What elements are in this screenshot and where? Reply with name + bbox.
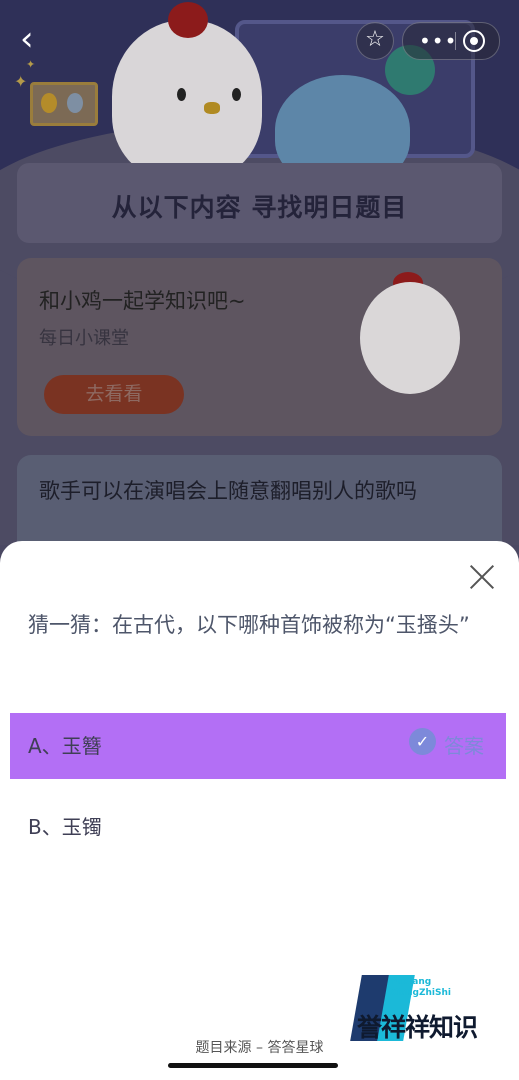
go-see-button[interactable]: 去看看 bbox=[44, 375, 184, 414]
checkmark-icon: ✓ bbox=[409, 728, 436, 755]
chick-eye-left bbox=[177, 88, 186, 101]
miniprogram-capsule: ••• bbox=[402, 22, 500, 60]
quiz-question: 猜一猜：在古代，以下哪种首饰被称为“玉搔头” bbox=[28, 613, 470, 637]
question-preview-text: 歌手可以在演唱会上随意翻唱别人的歌吗 bbox=[39, 479, 417, 503]
home-indicator[interactable] bbox=[168, 1063, 338, 1068]
back-button[interactable]: ‹ bbox=[20, 22, 50, 58]
lesson-card-subtitle: 每日小课堂 bbox=[39, 328, 129, 349]
chick-eye-right bbox=[232, 88, 241, 101]
target-icon[interactable] bbox=[463, 30, 485, 52]
more-dots-icon[interactable]: ••• bbox=[419, 29, 457, 53]
option-a-label: A、玉簪 bbox=[28, 734, 102, 758]
chick-comb-illustration bbox=[168, 2, 208, 38]
watermark-en-text: YuXiang XiangZhiShi bbox=[390, 977, 451, 998]
medal-board-illustration bbox=[30, 82, 98, 126]
find-section-title: 从以下内容 寻找明日题目 bbox=[111, 193, 408, 222]
capsule-divider bbox=[455, 32, 456, 50]
lesson-card-title: 和小鸡一起学知识吧~ bbox=[39, 289, 246, 313]
answer-badge: 答案 bbox=[444, 734, 484, 758]
chevron-left-icon: ‹ bbox=[20, 19, 34, 59]
star-outline-icon: ☆ bbox=[365, 27, 385, 52]
sparkle-icon: ✦ bbox=[14, 72, 28, 91]
favorite-button[interactable]: ☆ bbox=[356, 22, 394, 60]
sparkle-icon: ✦ bbox=[26, 58, 36, 71]
chick-beak bbox=[204, 102, 220, 114]
medal-icon bbox=[67, 93, 83, 113]
medal-icon bbox=[41, 93, 57, 113]
option-b-label[interactable]: B、玉镯 bbox=[28, 811, 102, 840]
small-chick-illustration bbox=[360, 282, 460, 394]
chick-mascot-illustration bbox=[112, 20, 262, 180]
page-background: ✦ ✦ 从以下内容 寻找明日题目 和小鸡一起学知识吧~ 每日小课堂 去看看 歌手… bbox=[0, 0, 519, 545]
watermark-cn-text: 誉祥祥知识 bbox=[357, 1013, 478, 1042]
close-icon[interactable] bbox=[468, 563, 496, 591]
